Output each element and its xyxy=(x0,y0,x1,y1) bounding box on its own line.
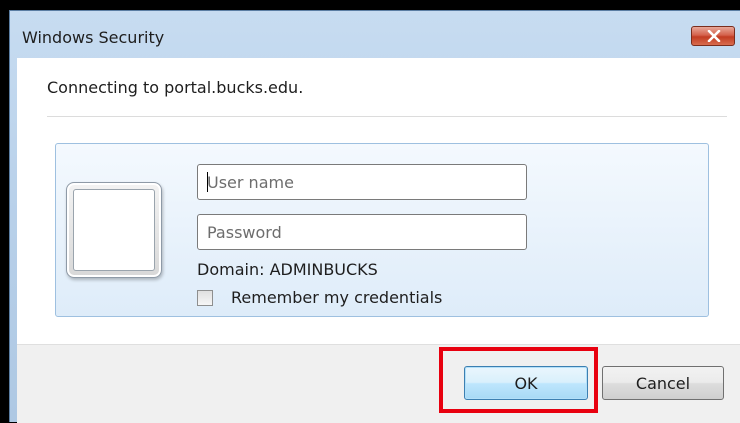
credential-tile-panel[interactable]: Domain: ADMINBUCKS Remember my credentia… xyxy=(55,143,709,317)
dialog-body: Connecting to portal.bucks.edu. Domain: … xyxy=(17,58,740,423)
password-input[interactable] xyxy=(197,214,527,250)
user-tile-icon xyxy=(66,182,162,278)
button-bar: OK Cancel xyxy=(17,344,740,423)
domain-label: Domain: ADMINBUCKS xyxy=(197,260,378,279)
remember-checkbox[interactable] xyxy=(197,289,213,306)
separator xyxy=(47,116,727,117)
user-picture-frame xyxy=(73,189,155,271)
remember-label: Remember my credentials xyxy=(231,288,443,307)
remember-credentials-row[interactable]: Remember my credentials xyxy=(197,288,442,307)
text-caret xyxy=(207,172,208,192)
cancel-button[interactable]: Cancel xyxy=(602,366,724,400)
window-title: Windows Security xyxy=(22,28,165,47)
close-button[interactable] xyxy=(691,26,735,46)
ok-button[interactable]: OK xyxy=(464,366,588,400)
connecting-message: Connecting to portal.bucks.edu. xyxy=(47,78,304,97)
username-input[interactable] xyxy=(197,164,527,200)
close-icon xyxy=(707,30,721,42)
